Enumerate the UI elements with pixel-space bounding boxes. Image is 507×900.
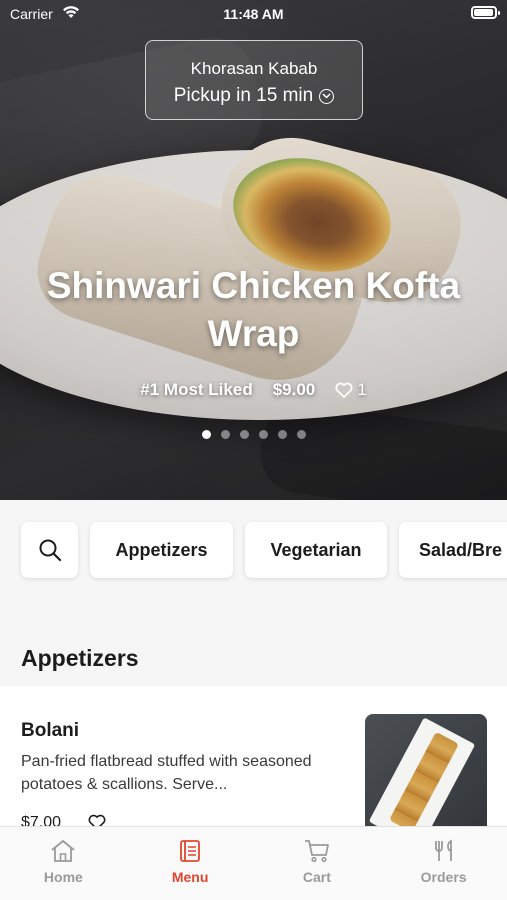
carousel-pagination[interactable] <box>0 430 507 439</box>
search-icon <box>39 539 61 562</box>
item-description: Pan-fried flatbread stuffed with seasone… <box>21 753 312 793</box>
home-icon <box>51 840 75 862</box>
orders-icon <box>434 839 452 861</box>
restaurant-name: Khorasan Kabab <box>190 59 318 78</box>
featured-price: $9.00 <box>272 380 316 399</box>
featured-like-count: 1 <box>357 380 367 399</box>
restaurant-pickup-selector[interactable]: Khorasan Kabab Pickup in 15 min <box>145 40 363 120</box>
status-bar: Carrier 11:48 AM <box>0 0 507 28</box>
menu-item-card[interactable]: Bolani Pan-fried flatbread stuffed with … <box>0 686 507 826</box>
tab-label: Home <box>43 869 83 885</box>
tab-label: Cart <box>302 869 331 885</box>
carousel-dot[interactable] <box>296 430 306 439</box>
carousel-dot[interactable] <box>258 430 268 439</box>
carousel-dot[interactable] <box>201 430 211 439</box>
item-title: Bolani <box>21 720 80 741</box>
chevron-down-icon <box>319 88 335 104</box>
tab-bar: Home Menu Cart Orders <box>0 826 507 900</box>
featured-item-title: Shinwari Chicken Kofta Wrap <box>46 265 461 354</box>
tab-menu[interactable]: Menu <box>127 827 254 900</box>
heart-icon[interactable] <box>88 814 106 826</box>
battery-icon <box>471 6 500 19</box>
tab-cart[interactable]: Cart <box>254 827 381 900</box>
pickup-time: Pickup in 15 min <box>173 85 314 106</box>
section-title: Appetizers <box>21 645 139 671</box>
item-thumbnail <box>365 714 487 826</box>
category-chip-appetizers[interactable]: Appetizers <box>90 522 233 578</box>
heart-icon <box>335 382 353 398</box>
search-button[interactable] <box>21 522 78 578</box>
clock: 11:48 AM <box>223 6 284 22</box>
menu-icon <box>180 840 201 862</box>
tab-home[interactable]: Home <box>0 827 127 900</box>
item-price: $7.00 <box>21 814 62 826</box>
tab-label: Orders <box>420 869 467 885</box>
carousel-dot[interactable] <box>220 430 230 439</box>
featured-hero[interactable]: Carrier 11:48 AM Khorasan Kabab Pickup i… <box>0 0 507 500</box>
cart-icon <box>304 840 329 863</box>
carousel-dot[interactable] <box>277 430 287 439</box>
tab-label: Menu <box>171 869 209 885</box>
category-chip-salad-bread[interactable]: Salad/Bre <box>399 522 507 578</box>
featured-like-button[interactable]: 1 <box>335 380 367 400</box>
tab-orders[interactable]: Orders <box>380 827 507 900</box>
carousel-dot[interactable] <box>239 430 249 439</box>
category-bar: Appetizers Vegetarian Salad/Bre <box>0 500 507 610</box>
category-chip-vegetarian[interactable]: Vegetarian <box>245 522 387 578</box>
most-liked-badge: #1 Most Liked <box>140 380 253 399</box>
featured-item-meta: #1 Most Liked $9.00 1 <box>0 380 507 400</box>
